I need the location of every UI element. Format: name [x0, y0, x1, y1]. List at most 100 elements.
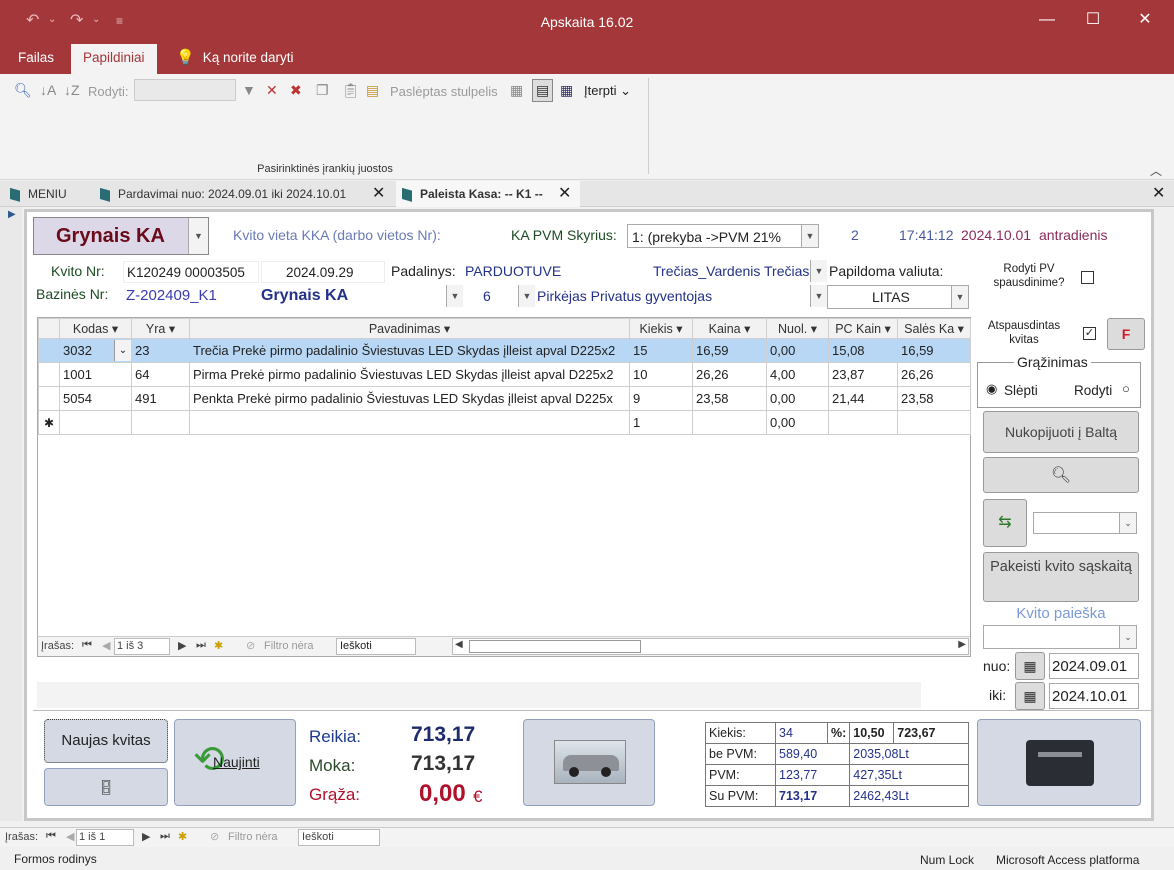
rodyti-radio[interactable]: ○ — [1122, 381, 1130, 396]
employee-combo[interactable]: Trečias_Vardenis Trečias ▼ — [633, 260, 827, 282]
cell-kiekis[interactable]: 1 — [629, 410, 693, 435]
fiscal-f-button[interactable]: F — [1107, 318, 1145, 350]
close-document-icon[interactable]: ✕ — [1152, 181, 1165, 207]
clipboard-icon[interactable]: ▤ — [366, 82, 379, 99]
new-record-nav-icon[interactable]: ✱ — [214, 639, 223, 652]
filter-status[interactable]: Filtro nėra — [264, 640, 314, 652]
sort-descending-icon[interactable]: ↓Z — [64, 82, 80, 98]
cell-nuol[interactable]: 4,00 — [766, 362, 829, 387]
column-header-pc-kain[interactable]: PC Kain ▾ — [828, 318, 898, 339]
cell-nuol[interactable]: 0,00 — [766, 410, 829, 435]
minimize-button[interactable]: — — [1024, 8, 1070, 36]
cell-kiekis[interactable]: 9 — [629, 386, 693, 411]
table-row[interactable]: 5054 491 Penkta Prekė pirmo padalinio Šv… — [38, 386, 971, 411]
tell-me-box[interactable]: 💡 Ką norite daryti — [166, 44, 305, 74]
row-selector[interactable] — [38, 386, 60, 411]
copy-icon[interactable]: ❐ — [316, 82, 329, 99]
nuo-date-field[interactable]: 2024.09.01 — [1049, 653, 1139, 679]
navigation-pane-collapsed[interactable]: ▶ — [0, 207, 22, 821]
first-record-icon[interactable]: ⏮ — [46, 830, 56, 843]
change-account-button[interactable]: Pakeisti kvito sąskaitą — [983, 552, 1139, 602]
scroll-left-icon[interactable]: ◀ — [455, 639, 463, 650]
form-search-field[interactable]: Ieškoti — [298, 829, 380, 846]
slepti-radio[interactable]: ◉ — [986, 381, 997, 397]
close-tab-icon[interactable]: ✕ — [558, 181, 571, 207]
delete-record-icon[interactable]: ✖ — [290, 82, 302, 99]
chevron-down-icon[interactable]: ⌄ — [1119, 626, 1136, 648]
cell-kiekis[interactable]: 10 — [629, 362, 693, 387]
prev-record-icon[interactable]: ◀ — [102, 639, 110, 652]
column-header-pavadinimas[interactable]: Pavadinimas ▾ — [189, 318, 630, 339]
column-header-kaina[interactable]: Kaina ▾ — [692, 318, 767, 339]
column-header-kiekis[interactable]: Kiekis ▾ — [629, 318, 693, 339]
payment2-combo[interactable]: Grynais KA ▼ — [257, 285, 463, 309]
cell-kaina[interactable]: 26,26 — [692, 362, 767, 387]
payment-type-combo[interactable]: Grynais KA ▼ — [33, 217, 209, 255]
table-view-icon[interactable]: ▦ — [560, 82, 573, 99]
doc-tab-meniu[interactable]: MENIU — [4, 181, 92, 207]
hidden-column-label[interactable]: Paslėptas stulpelis — [390, 84, 498, 99]
find-icon[interactable]: 🔍︎ — [14, 82, 32, 99]
last-record-icon[interactable]: ⏭ — [160, 830, 170, 843]
close-tab-icon[interactable]: ✕ — [372, 181, 385, 207]
calendar-icon[interactable]: ▦ — [1015, 682, 1045, 710]
sort-ascending-icon[interactable]: ↓A — [40, 82, 56, 98]
cell-kiekis[interactable]: 15 — [629, 338, 693, 363]
table-row[interactable]: 3032 ⌄ 23 Trečia Prekė pirmo padalinio Šv… — [38, 338, 971, 363]
last-record-icon[interactable]: ⏭ — [196, 639, 206, 652]
row-selector-header[interactable] — [38, 318, 60, 339]
chevron-down-icon[interactable]: ▼ — [446, 285, 463, 307]
new-record-row[interactable]: ✱ 1 0,00 — [38, 410, 971, 435]
row-selector[interactable] — [38, 338, 60, 363]
record-position-field[interactable]: 1 iš 3 — [114, 638, 170, 655]
paste-icon[interactable]: 📋︎ — [342, 82, 360, 99]
copy-to-white-button[interactable]: Nukopijuoti į Baltą — [983, 411, 1139, 453]
table-row[interactable]: 1001 64 Pirma Prekė pirmo padalinio Švie… — [38, 362, 971, 387]
car-button[interactable] — [523, 719, 655, 806]
chevron-down-icon[interactable]: ▼ — [810, 260, 827, 282]
filter-icon[interactable]: ⊘ — [210, 830, 219, 843]
cell-kodas[interactable]: 1001 — [59, 362, 132, 387]
close-window-button[interactable]: ✕ — [1122, 8, 1168, 36]
next-record-icon[interactable]: ▶ — [178, 639, 186, 652]
collapse-ribbon-icon[interactable]: ︿ — [1150, 162, 1162, 179]
row-selector[interactable] — [38, 362, 60, 387]
next-record-icon[interactable]: ▶ — [142, 830, 150, 843]
cell-kodas[interactable]: 5054 — [59, 386, 132, 411]
cell-kodas[interactable]: 3032 ⌄ — [59, 338, 132, 363]
chevron-down-icon[interactable]: ▼ — [810, 285, 827, 307]
fiscal-printer-button[interactable] — [977, 719, 1141, 806]
maximize-button[interactable]: ☐ — [1070, 8, 1116, 36]
column-header-kodas[interactable]: Kodas ▾ — [59, 318, 132, 339]
padalinys-value[interactable]: PARDUOTUVE — [465, 263, 561, 279]
currency-combo[interactable]: LITAS ▼ — [827, 285, 969, 309]
rodyti-combo[interactable] — [134, 79, 236, 101]
cell-nuol[interactable]: 0,00 — [766, 338, 829, 363]
first-record-icon[interactable]: ⏮ — [82, 639, 92, 652]
scrollbar-thumb[interactable] — [469, 640, 641, 653]
cell-kaina[interactable]: 16,59 — [692, 338, 767, 363]
kvito-date-field[interactable]: 2024.09.29 — [261, 261, 385, 283]
doc-tab-pardavimai[interactable]: Pardavimai nuo: 2024.09.01 iki 2024.10.0… — [94, 181, 394, 207]
record-position-field[interactable]: 1 iš 1 — [76, 829, 134, 846]
chevron-down-icon[interactable]: ⌄ — [1119, 513, 1136, 533]
cell-pavadinimas[interactable]: Trečia Prekė pirmo padalinio Šviestuvas … — [189, 338, 630, 363]
buyer-combo[interactable]: Pirkėjas Privatus gyventojas ▼ — [533, 285, 827, 309]
new-receipt-button[interactable]: Naujas kvitas — [44, 719, 168, 763]
tab-papildiniai[interactable]: Papildiniai — [71, 44, 157, 74]
insert-menu[interactable]: Įterpti ⌄ — [584, 83, 631, 99]
new-record-nav-icon[interactable]: ✱ — [178, 830, 187, 843]
atspausdintas-checkbox[interactable]: ✓ — [1083, 327, 1096, 340]
tab-failas[interactable]: Failas — [6, 44, 66, 74]
clear-filter-icon[interactable]: ✕ — [266, 82, 278, 99]
chevron-down-icon[interactable]: ⌄ — [114, 340, 131, 361]
doc-tab-kasa[interactable]: Paleista Kasa: -- K1 -- — [396, 181, 580, 207]
kvito-nr-field[interactable]: K120249 00003505 — [123, 261, 259, 283]
chevron-down-icon[interactable]: ▼ — [801, 225, 818, 247]
receipt-search-combo[interactable]: ⌄ — [983, 625, 1137, 649]
exit-button[interactable]: 🚪︎ — [44, 768, 168, 806]
cell-kodas[interactable] — [59, 410, 132, 435]
cell-nuol[interactable]: 0,00 — [766, 386, 829, 411]
horizontal-scrollbar[interactable]: ◀ ▶ — [452, 638, 969, 655]
scroll-right-icon[interactable]: ▶ — [958, 639, 966, 650]
